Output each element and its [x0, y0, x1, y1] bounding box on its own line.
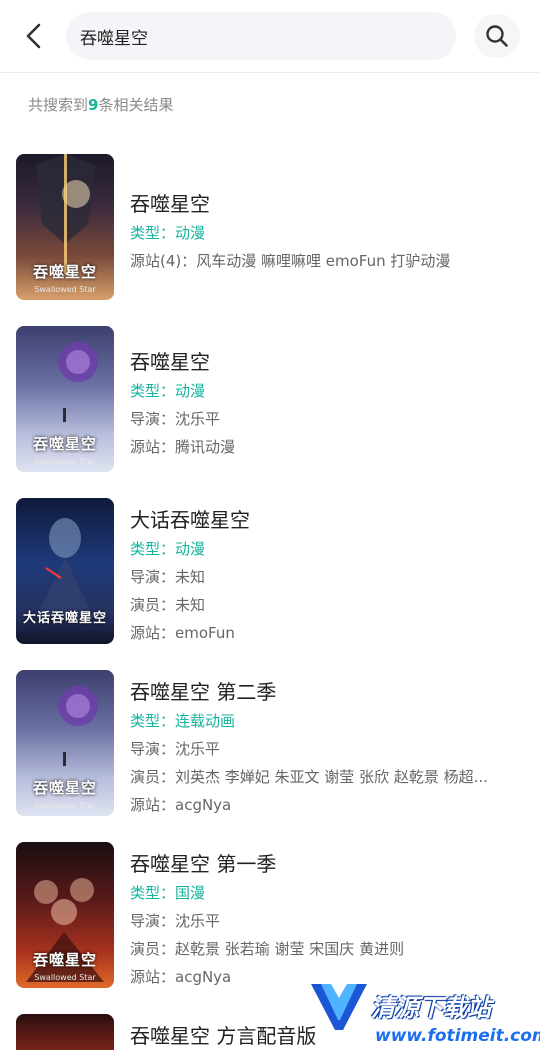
back-button[interactable]	[18, 18, 50, 54]
poster-subcaption: Swallowed Star	[34, 285, 96, 294]
poster-image[interactable]	[16, 1014, 114, 1050]
poster-subcaption: Swallowed Star	[34, 457, 96, 466]
poster-caption: 吞噬星空	[32, 263, 97, 281]
poster-caption: 吞噬星空	[32, 779, 97, 797]
result-source: 源站(4)：风车动漫 嘛哩嘛哩 emoFun 打驴动漫	[130, 252, 451, 270]
result-type: 类型：连载动画	[130, 712, 236, 730]
result-director: 导演：沈乐平	[130, 410, 221, 428]
result-title[interactable]: 吞噬星空 第二季	[130, 676, 276, 705]
poster-caption: 吞噬星空	[32, 951, 97, 969]
result-title[interactable]: 吞噬星空	[130, 188, 210, 217]
result-item[interactable]: 大话吞噬星空 大话吞噬星空 类型：动漫 导演：未知 演员：未知 源站：emoFu…	[0, 498, 540, 648]
header-divider	[0, 72, 540, 73]
poster-caption: 大话吞噬星空	[22, 611, 107, 626]
poster-image[interactable]: 吞噬星空 Swallowed Star	[16, 842, 114, 988]
result-cast: 演员：刘英杰 李婵妃 朱亚文 谢莹 张欣 赵乾景 杨超...	[130, 768, 488, 786]
poster-image[interactable]: 吞噬星空 Swallowed Star	[16, 326, 114, 472]
search-icon	[486, 25, 508, 47]
result-cast: 演员：未知	[130, 596, 206, 614]
watermark: 清源下载站 www.fotimeit.com	[305, 978, 540, 1048]
result-type: 类型：动漫	[130, 540, 206, 558]
result-title[interactable]: 吞噬星空 方言配音版	[130, 1020, 316, 1049]
watermark-logo-icon	[311, 984, 367, 1030]
poster-image[interactable]: 大话吞噬星空	[16, 498, 114, 644]
summary-suffix: 条相关结果	[98, 96, 174, 114]
search-button[interactable]	[474, 14, 520, 58]
result-item[interactable]: 吞噬星空 Swallowed Star 吞噬星空 类型：动漫 源站(4)：风车动…	[0, 154, 540, 304]
watermark-title: 清源下载站	[371, 994, 491, 1022]
top-bar	[0, 0, 540, 72]
result-title[interactable]: 吞噬星空 第一季	[130, 848, 276, 877]
poster-image[interactable]: 吞噬星空 Swallowed Star	[16, 670, 114, 816]
poster-subcaption: Swallowed Star	[34, 973, 96, 982]
result-title[interactable]: 大话吞噬星空	[130, 504, 250, 533]
result-source: 源站：acgNya	[130, 796, 232, 814]
result-director: 导演：沈乐平	[130, 912, 221, 930]
result-cast: 演员：赵乾景 张若瑜 谢莹 宋国庆 黄进则	[130, 940, 405, 958]
result-source: 源站：acgNya	[130, 968, 232, 986]
result-item[interactable]: 吞噬星空 Swallowed Star 吞噬星空 类型：动漫 导演：沈乐平 源站…	[0, 326, 540, 476]
result-source: 源站：emoFun	[130, 624, 235, 642]
chevron-left-icon	[26, 23, 41, 49]
poster-caption: 吞噬星空	[32, 435, 97, 453]
watermark-url: www.fotimeit.com	[375, 1026, 540, 1046]
result-summary: 共搜索到9条相关结果	[28, 94, 173, 115]
result-type: 类型：国漫	[130, 884, 206, 902]
result-count: 9	[88, 96, 99, 114]
search-box[interactable]	[66, 12, 456, 60]
search-input[interactable]	[80, 12, 440, 60]
result-director: 导演：未知	[130, 568, 206, 586]
poster-image[interactable]: 吞噬星空 Swallowed Star	[16, 154, 114, 300]
result-type: 类型：动漫	[130, 224, 206, 242]
result-type: 类型：动漫	[130, 382, 206, 400]
result-director: 导演：沈乐平	[130, 740, 221, 758]
poster-subcaption: Swallowed Star	[34, 801, 96, 810]
result-title[interactable]: 吞噬星空	[130, 346, 210, 375]
result-item[interactable]: 吞噬星空 Swallowed Star 吞噬星空 第二季 类型：连载动画 导演：…	[0, 670, 540, 820]
summary-prefix: 共搜索到	[28, 96, 89, 114]
result-item[interactable]: 吞噬星空 Swallowed Star 吞噬星空 第一季 类型：国漫 导演：沈乐…	[0, 842, 540, 992]
result-source: 源站：腾讯动漫	[130, 438, 236, 456]
